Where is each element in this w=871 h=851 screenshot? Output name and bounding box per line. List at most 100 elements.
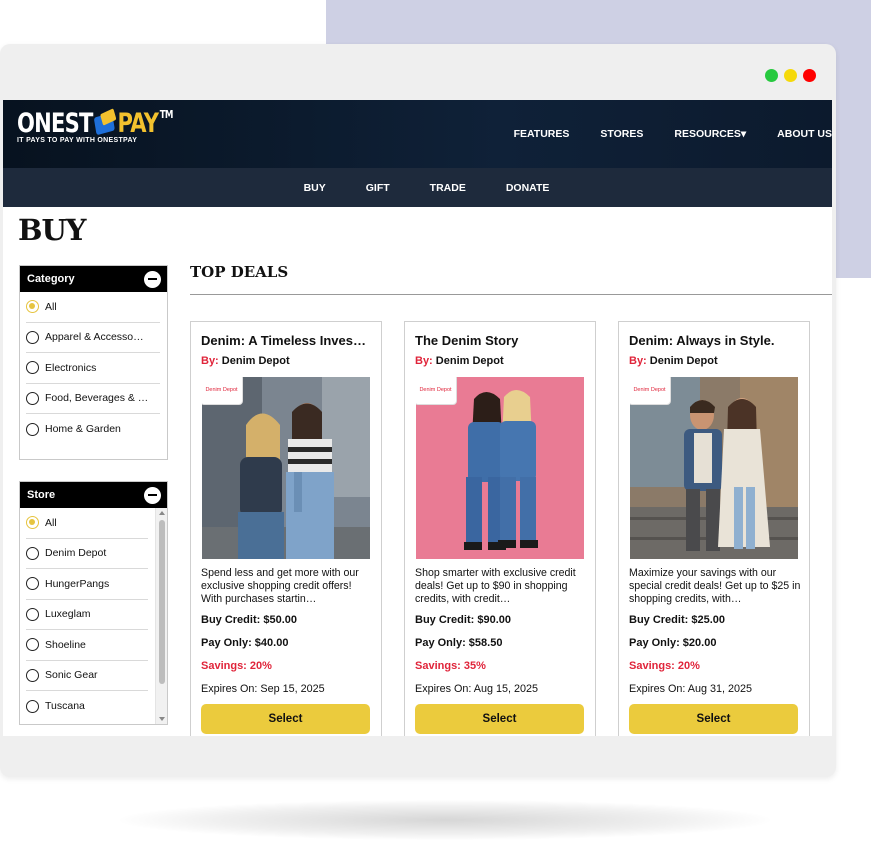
minimize-dot[interactable] (784, 69, 797, 82)
trademark: TM (159, 108, 174, 121)
option-label: Shoeline (45, 638, 86, 651)
select-button[interactable]: Select (415, 704, 584, 734)
radio-icon[interactable] (26, 391, 39, 405)
deal-image[interactable]: Denim Depot (630, 377, 798, 559)
radio-icon[interactable] (26, 699, 39, 713)
deal-store: By: Denim Depot (629, 355, 718, 367)
store-name: Denim Depot (221, 355, 290, 367)
deal-card: The Denim Story By: Denim Depot Denim De… (404, 321, 596, 736)
store-option-sonic-gear[interactable]: Sonic Gear (26, 661, 148, 691)
store-scrollbar[interactable] (155, 508, 167, 724)
brand-logo[interactable]: ONEST PAY TM IT PAYS TO PAY WITH ONESTPA… (17, 108, 217, 144)
collapse-icon[interactable] (144, 270, 161, 288)
store-filter: Store All Denim Depot HungerPangs Luxegl… (19, 481, 168, 725)
nav-features[interactable]: FEATURES (514, 128, 570, 140)
collapse-icon[interactable] (144, 486, 161, 504)
category-option-apparel[interactable]: Apparel & Accesso… (26, 323, 160, 353)
store-option-tuscana[interactable]: Tuscana (26, 691, 148, 722)
buy-credit: Buy Credit: $50.00 (201, 614, 297, 626)
sub-nav: BUY GIFT TRADE DONATE (3, 168, 832, 207)
radio-icon[interactable] (26, 546, 39, 560)
store-option-luxeglam[interactable]: Luxeglam (26, 600, 148, 630)
radio-icon[interactable] (26, 330, 39, 344)
savings: Savings: 20% (201, 660, 272, 672)
maximize-dot[interactable] (765, 69, 778, 82)
buy-credit: Buy Credit: $25.00 (629, 614, 725, 626)
deal-title[interactable]: The Denim Story (415, 333, 587, 348)
deal-image[interactable]: Denim Depot (202, 377, 370, 559)
radio-selected-icon[interactable] (26, 300, 39, 314)
pay-only: Pay Only: $20.00 (629, 637, 717, 649)
buy-credit: Buy Credit: $90.00 (415, 614, 511, 626)
frame-shadow (120, 800, 770, 840)
expires-on: Expires On: Aug 15, 2025 (415, 683, 539, 695)
option-label: Denim Depot (45, 547, 107, 560)
site-header: ONEST PAY TM IT PAYS TO PAY WITH ONESTPA… (3, 100, 832, 168)
expires-on: Expires On: Aug 31, 2025 (629, 683, 753, 695)
nav-resources-label: RESOURCES (674, 128, 741, 140)
subnav-donate[interactable]: DONATE (506, 182, 550, 194)
deal-title[interactable]: Denim: A Timeless Inves… (201, 333, 373, 348)
logo-text-pay: PAY (117, 108, 159, 139)
browser-window: ONEST PAY TM IT PAYS TO PAY WITH ONESTPA… (0, 44, 836, 777)
scrollbar-thumb[interactable] (159, 520, 165, 684)
radio-icon[interactable] (26, 577, 39, 591)
logo-text-onest: ONEST (17, 108, 93, 139)
category-option-all[interactable]: All (26, 292, 160, 323)
store-option-hungerpangs[interactable]: HungerPangs (26, 569, 148, 600)
select-button[interactable]: Select (629, 704, 798, 734)
radio-icon[interactable] (26, 668, 39, 682)
category-options: All Apparel & Accesso… Electronics Food,… (20, 292, 167, 445)
option-label: Luxeglam (45, 608, 91, 621)
nav-resources[interactable]: RESOURCES▾ (674, 128, 746, 140)
radio-icon[interactable] (26, 422, 39, 436)
option-label: Electronics (45, 361, 97, 374)
nav-stores[interactable]: STORES (600, 128, 643, 140)
option-label: Tuscana (45, 700, 85, 713)
store-option-all[interactable]: All (26, 508, 148, 539)
store-filter-title: Store (27, 489, 56, 501)
by-label: By: (201, 355, 219, 367)
category-filter-header[interactable]: Category (20, 266, 167, 292)
by-label: By: (629, 355, 647, 367)
deal-description: Maximize your savings with our special c… (629, 567, 801, 605)
radio-icon[interactable] (26, 607, 39, 621)
option-label: Apparel & Accesso… (45, 331, 144, 344)
radio-icon[interactable] (26, 361, 39, 375)
category-option-home-garden[interactable]: Home & Garden (26, 414, 160, 445)
scroll-up-icon[interactable] (159, 511, 165, 515)
window-controls (765, 69, 816, 82)
select-button[interactable]: Select (201, 704, 370, 734)
close-dot[interactable] (803, 69, 816, 82)
wallet-icon (93, 108, 117, 136)
deal-image[interactable]: Denim Depot (416, 377, 584, 559)
store-filter-header[interactable]: Store (20, 482, 167, 508)
category-filter: Category All Apparel & Accesso… Electron… (19, 265, 168, 460)
store-options: All Denim Depot HungerPangs Luxeglam Sho… (20, 508, 155, 724)
caret-down-icon: ▾ (740, 128, 747, 140)
subnav-trade[interactable]: TRADE (430, 182, 466, 194)
pay-only: Pay Only: $40.00 (201, 637, 289, 649)
store-name: Denim Depot (649, 355, 718, 367)
store-badge: Denim Depot (202, 377, 243, 405)
store-option-denim-depot[interactable]: Denim Depot (26, 539, 148, 569)
site-viewport: ONEST PAY TM IT PAYS TO PAY WITH ONESTPA… (3, 100, 832, 736)
store-option-shoeline[interactable]: Shoeline (26, 630, 148, 661)
category-filter-title: Category (27, 273, 75, 285)
subnav-buy[interactable]: BUY (304, 182, 326, 194)
deal-title[interactable]: Denim: Always in Style. (629, 333, 801, 348)
divider (190, 294, 832, 295)
page-title: BUY (18, 213, 87, 247)
category-option-food[interactable]: Food, Beverages & … (26, 384, 160, 414)
scroll-down-icon[interactable] (159, 717, 165, 721)
radio-icon[interactable] (26, 638, 39, 652)
option-label: All (45, 300, 57, 313)
subnav-gift[interactable]: GIFT (366, 182, 390, 194)
radio-selected-icon[interactable] (26, 516, 39, 530)
nav-about-us[interactable]: ABOUT US (777, 128, 832, 140)
deal-card: Denim: A Timeless Inves… By: Denim Depot… (190, 321, 382, 736)
top-deals-heading: TOP DEALS (190, 263, 289, 281)
category-option-electronics[interactable]: Electronics (26, 353, 160, 384)
option-label: Home & Garden (45, 423, 121, 436)
deal-card: Denim: Always in Style. By: Denim Depot … (618, 321, 810, 736)
